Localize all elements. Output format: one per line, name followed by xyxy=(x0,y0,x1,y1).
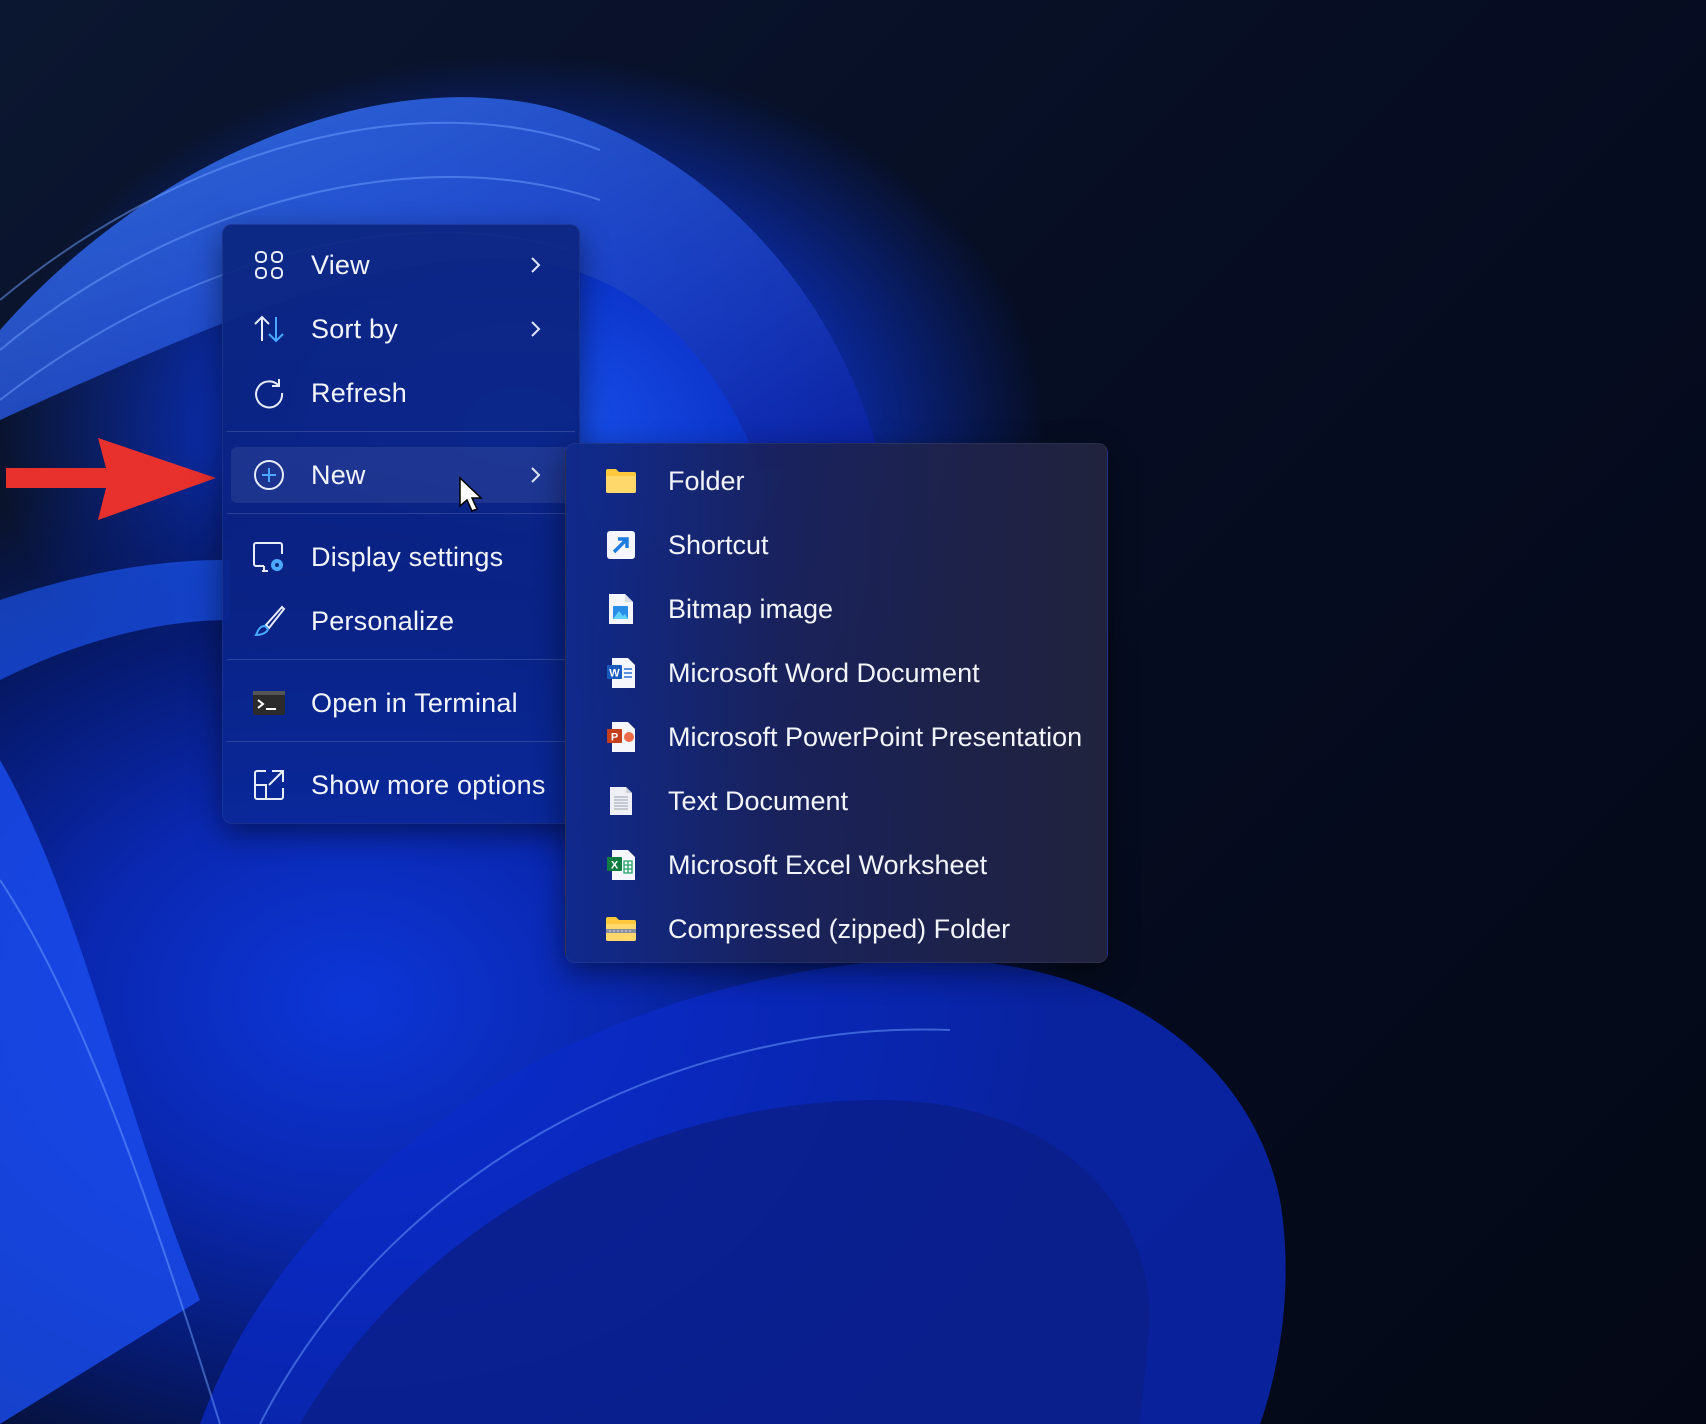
bitmap-image-icon xyxy=(604,592,638,626)
word-document-icon: W xyxy=(604,656,638,690)
powerpoint-icon: P xyxy=(604,720,638,754)
submenu-item-label: Microsoft Word Document xyxy=(668,657,980,688)
display-settings-icon xyxy=(251,539,287,575)
menu-item-label: Show more options xyxy=(311,769,546,800)
menu-item-display-settings[interactable]: Display settings xyxy=(231,529,571,585)
menu-item-new[interactable]: New xyxy=(231,447,571,503)
desktop-context-menu: View Sort by Refresh New Display setting… xyxy=(222,224,580,824)
submenu-item-label: Compressed (zipped) Folder xyxy=(668,913,1011,944)
menu-item-open-in-terminal[interactable]: Open in Terminal xyxy=(231,675,571,731)
show-more-options-icon xyxy=(251,767,287,803)
terminal-icon xyxy=(251,685,287,721)
submenu-item-label: Bitmap image xyxy=(668,593,834,624)
menu-item-label: Sort by xyxy=(311,313,398,344)
submenu-item-bitmap-image[interactable]: Bitmap image xyxy=(574,581,1099,637)
menu-item-label: Open in Terminal xyxy=(311,687,518,718)
chevron-right-icon xyxy=(531,321,541,337)
menu-separator xyxy=(227,431,575,432)
zipped-folder-icon xyxy=(604,912,638,946)
shortcut-icon xyxy=(604,528,638,562)
submenu-item-word-document[interactable]: W Microsoft Word Document xyxy=(574,645,1099,701)
chevron-right-icon xyxy=(531,467,541,483)
menu-separator xyxy=(227,513,575,514)
text-document-icon xyxy=(604,784,638,818)
menu-item-view[interactable]: View xyxy=(231,237,571,293)
menu-item-refresh[interactable]: Refresh xyxy=(231,365,571,421)
menu-item-personalize[interactable]: Personalize xyxy=(231,593,571,649)
submenu-item-label: Shortcut xyxy=(668,529,769,560)
refresh-icon xyxy=(251,375,287,411)
svg-text:P: P xyxy=(611,732,618,744)
menu-item-label: View xyxy=(311,249,370,280)
menu-item-label: New xyxy=(311,459,366,490)
submenu-item-zipped-folder[interactable]: Compressed (zipped) Folder xyxy=(574,901,1099,957)
grid-view-icon xyxy=(251,247,287,283)
excel-worksheet-icon: X xyxy=(604,848,638,882)
folder-icon xyxy=(604,464,638,498)
sort-arrows-icon xyxy=(251,311,287,347)
menu-separator xyxy=(227,659,575,660)
submenu-item-powerpoint-presentation[interactable]: P Microsoft PowerPoint Presentation xyxy=(574,709,1099,765)
paintbrush-icon xyxy=(251,603,287,639)
new-submenu: Folder Shortcut Bitmap image W Microsoft… xyxy=(565,443,1108,963)
menu-item-label: Refresh xyxy=(311,377,407,408)
svg-text:X: X xyxy=(611,860,619,872)
submenu-item-folder[interactable]: Folder xyxy=(574,453,1099,509)
red-arrow-annotation xyxy=(6,438,222,527)
chevron-right-icon xyxy=(531,257,541,273)
menu-item-show-more-options[interactable]: Show more options xyxy=(231,757,571,813)
menu-item-sort-by[interactable]: Sort by xyxy=(231,301,571,357)
submenu-item-shortcut[interactable]: Shortcut xyxy=(574,517,1099,573)
submenu-item-excel-worksheet[interactable]: X Microsoft Excel Worksheet xyxy=(574,837,1099,893)
menu-item-label: Display settings xyxy=(311,541,504,572)
mouse-pointer-icon xyxy=(458,476,484,519)
svg-text:W: W xyxy=(609,668,620,680)
submenu-item-label: Folder xyxy=(668,465,745,496)
plus-circle-icon xyxy=(251,457,287,493)
submenu-item-label: Microsoft PowerPoint Presentation xyxy=(668,721,1083,752)
submenu-item-label: Text Document xyxy=(668,785,849,816)
submenu-item-text-document[interactable]: Text Document xyxy=(574,773,1099,829)
submenu-item-label: Microsoft Excel Worksheet xyxy=(668,849,988,880)
menu-separator xyxy=(227,741,575,742)
menu-item-label: Personalize xyxy=(311,605,455,636)
